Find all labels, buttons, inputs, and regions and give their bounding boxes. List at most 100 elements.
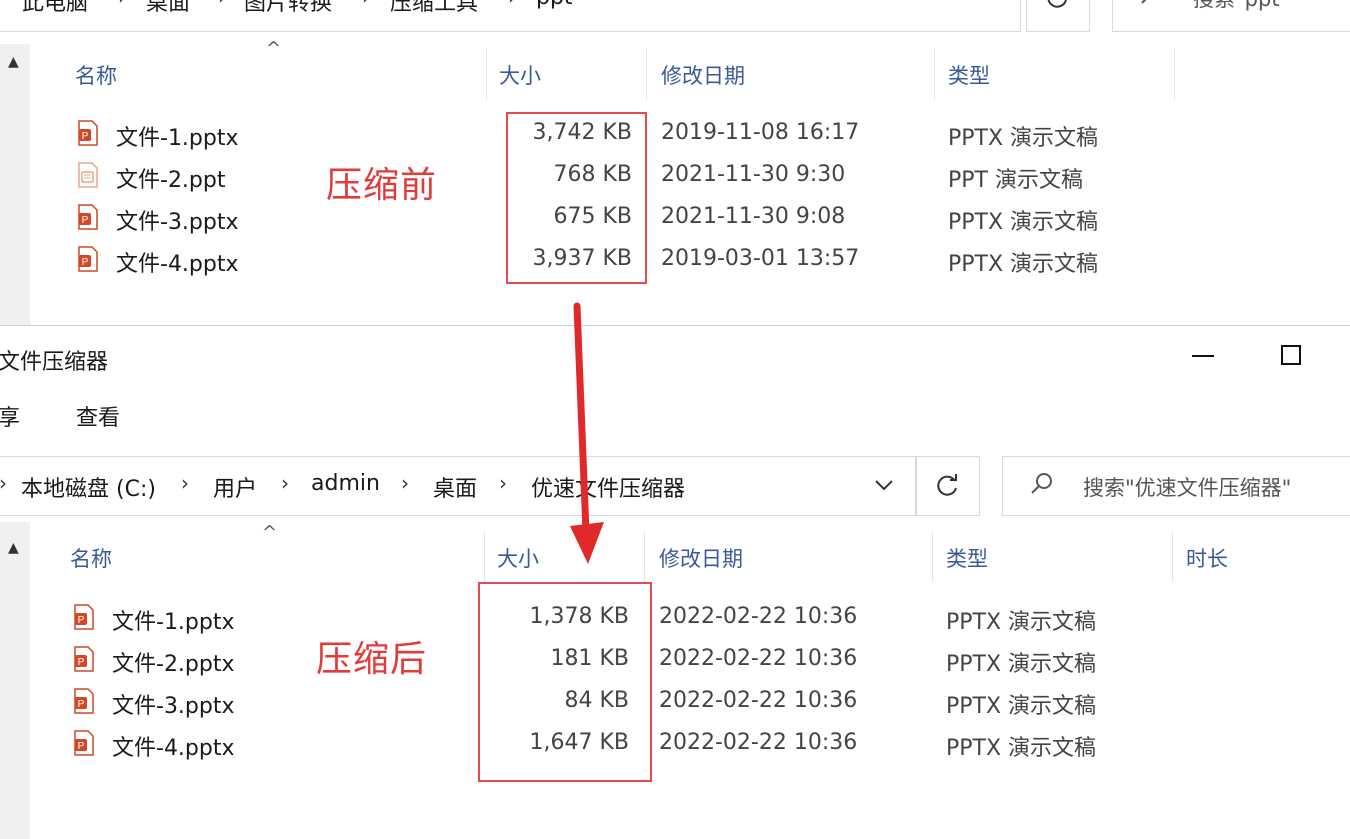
pptx-file-icon: P [78, 120, 98, 146]
svg-text:P: P [82, 215, 89, 226]
refresh-icon [937, 474, 957, 496]
breadcrumb-item[interactable]: 桌面 [433, 471, 477, 503]
breadcrumb-separator: › [401, 471, 409, 495]
svg-text:P: P [78, 615, 85, 626]
address-bar[interactable]: › 本地磁盘 (C:) › 用户 › admin › 桌面 › 优速文件压缩器 [0, 456, 916, 516]
column-divider[interactable] [1174, 48, 1175, 100]
breadcrumb-item[interactable]: 用户 [213, 471, 257, 503]
breadcrumb-item[interactable]: 本地磁盘 (C:) [21, 471, 156, 503]
navigation-pane-scrollbar[interactable]: ▲ [0, 522, 30, 839]
file-date: 2022-02-22 10:36 [659, 646, 858, 671]
file-name: 文件-2.pptx [112, 652, 235, 677]
red-down-arrow-icon [570, 302, 604, 564]
breadcrumb-item[interactable]: 桌面 [146, 0, 190, 17]
annotation-after: 压缩后 [316, 639, 428, 680]
sort-up-icon: ^ [262, 522, 278, 543]
maximize-button[interactable] [1280, 344, 1304, 368]
menu-view[interactable]: 查看 [76, 400, 120, 432]
refresh-button[interactable] [916, 456, 980, 516]
breadcrumb-separator: › [181, 471, 189, 495]
explorer-window-before: 此电脑 › 桌面 › 图片转换 › 压缩工具 › ppt 搜索"ppt" ▲ ^… [0, 0, 1350, 325]
file-name: 文件-4.pptx [116, 252, 239, 277]
breadcrumb-item[interactable]: 此电脑 [22, 0, 88, 17]
column-header-type[interactable]: 类型 [948, 60, 990, 90]
column-divider[interactable] [934, 48, 935, 100]
chevron-down-icon[interactable] [873, 475, 895, 499]
column-header-size[interactable]: 大小 [499, 60, 541, 90]
file-name: 文件-1.pptx [116, 126, 239, 151]
file-type: PPTX 演示文稿 [948, 252, 1099, 277]
scroll-up-icon[interactable]: ▲ [8, 540, 19, 556]
file-date: 2022-02-22 10:36 [659, 604, 858, 629]
file-type: PPTX 演示文稿 [946, 736, 1097, 761]
file-type: PPTX 演示文稿 [946, 610, 1097, 635]
breadcrumb-separator: › [362, 0, 370, 9]
column-header-type[interactable]: 类型 [946, 543, 988, 573]
pptx-file-icon: P [74, 730, 94, 756]
size-highlight-box [478, 582, 652, 782]
column-header-date[interactable]: 修改日期 [661, 60, 745, 90]
search-icon [1031, 473, 1052, 494]
breadcrumb-item[interactable]: admin [311, 471, 380, 496]
svg-text:P: P [78, 741, 85, 752]
navigation-pane-scrollbar[interactable]: ▲ [0, 44, 30, 325]
file-type: PPTX 演示文稿 [948, 126, 1099, 151]
minimize-icon [1192, 355, 1214, 357]
pptx-file-icon: P [74, 604, 94, 630]
column-header-duration[interactable]: 时长 [1186, 543, 1228, 573]
file-date: 2021-11-30 9:08 [661, 204, 846, 229]
menu-share[interactable]: 享 [0, 400, 20, 432]
pptx-file-icon: P [78, 246, 98, 272]
svg-text:P: P [78, 657, 85, 668]
breadcrumb-separator: › [508, 0, 516, 9]
chevron-down-icon[interactable] [984, 0, 1006, 5]
file-name: 文件-3.pptx [116, 210, 239, 235]
column-header-size[interactable]: 大小 [497, 543, 539, 573]
file-name: 文件-4.pptx [112, 736, 235, 761]
file-type: PPTX 演示文稿 [946, 694, 1097, 719]
breadcrumb-separator: › [281, 471, 289, 495]
search-placeholder: 搜索"ppt" [1193, 0, 1289, 13]
address-bar[interactable]: 此电脑 › 桌面 › 图片转换 › 压缩工具 › ppt [0, 0, 1021, 32]
column-header-date[interactable]: 修改日期 [659, 543, 743, 573]
size-highlight-box [506, 112, 647, 284]
svg-text:P: P [82, 257, 89, 268]
breadcrumb-separator: › [0, 471, 7, 495]
breadcrumb-separator: › [118, 0, 126, 9]
breadcrumb-item[interactable]: 图片转换 [244, 0, 332, 17]
breadcrumb-separator: › [499, 471, 507, 495]
column-divider[interactable] [644, 532, 645, 582]
file-type: PPTX 演示文稿 [948, 210, 1099, 235]
window-title: 文件压缩器 [0, 350, 109, 375]
svg-text:P: P [78, 699, 85, 710]
column-divider[interactable] [646, 48, 647, 100]
file-date: 2021-11-30 9:30 [661, 162, 846, 187]
file-date: 2022-02-22 10:36 [659, 730, 858, 755]
scroll-up-icon[interactable]: ▲ [8, 54, 19, 70]
search-placeholder: 搜索"优速文件压缩器" [1083, 476, 1292, 500]
search-icon [1141, 0, 1147, 4]
search-box[interactable]: 搜索"ppt" [1112, 0, 1350, 32]
file-type: PPT 演示文稿 [948, 168, 1083, 193]
svg-text:P: P [82, 131, 89, 142]
column-divider[interactable] [932, 532, 933, 582]
pptx-file-icon: P [74, 646, 94, 672]
maximize-icon [1281, 345, 1301, 365]
column-divider[interactable] [1172, 532, 1173, 582]
refresh-button[interactable] [1026, 0, 1090, 32]
minimize-button[interactable] [1190, 340, 1216, 366]
file-date: 2022-02-22 10:36 [659, 688, 858, 713]
column-header-name[interactable]: 名称 [70, 543, 112, 573]
file-type: PPTX 演示文稿 [946, 652, 1097, 677]
refresh-icon [1047, 0, 1067, 8]
breadcrumb-item[interactable]: 压缩工具 [390, 0, 478, 17]
column-header-name[interactable]: 名称 [75, 60, 117, 90]
breadcrumb-item[interactable]: ppt [536, 0, 573, 10]
file-date: 2019-03-01 13:57 [661, 246, 860, 271]
column-divider[interactable] [484, 532, 485, 582]
file-date: 2019-11-08 16:17 [661, 120, 860, 145]
breadcrumb-separator: › [218, 0, 226, 9]
search-box[interactable]: 搜索"优速文件压缩器" [1002, 456, 1350, 516]
file-name: 文件-3.pptx [112, 694, 235, 719]
column-divider[interactable] [486, 48, 487, 100]
